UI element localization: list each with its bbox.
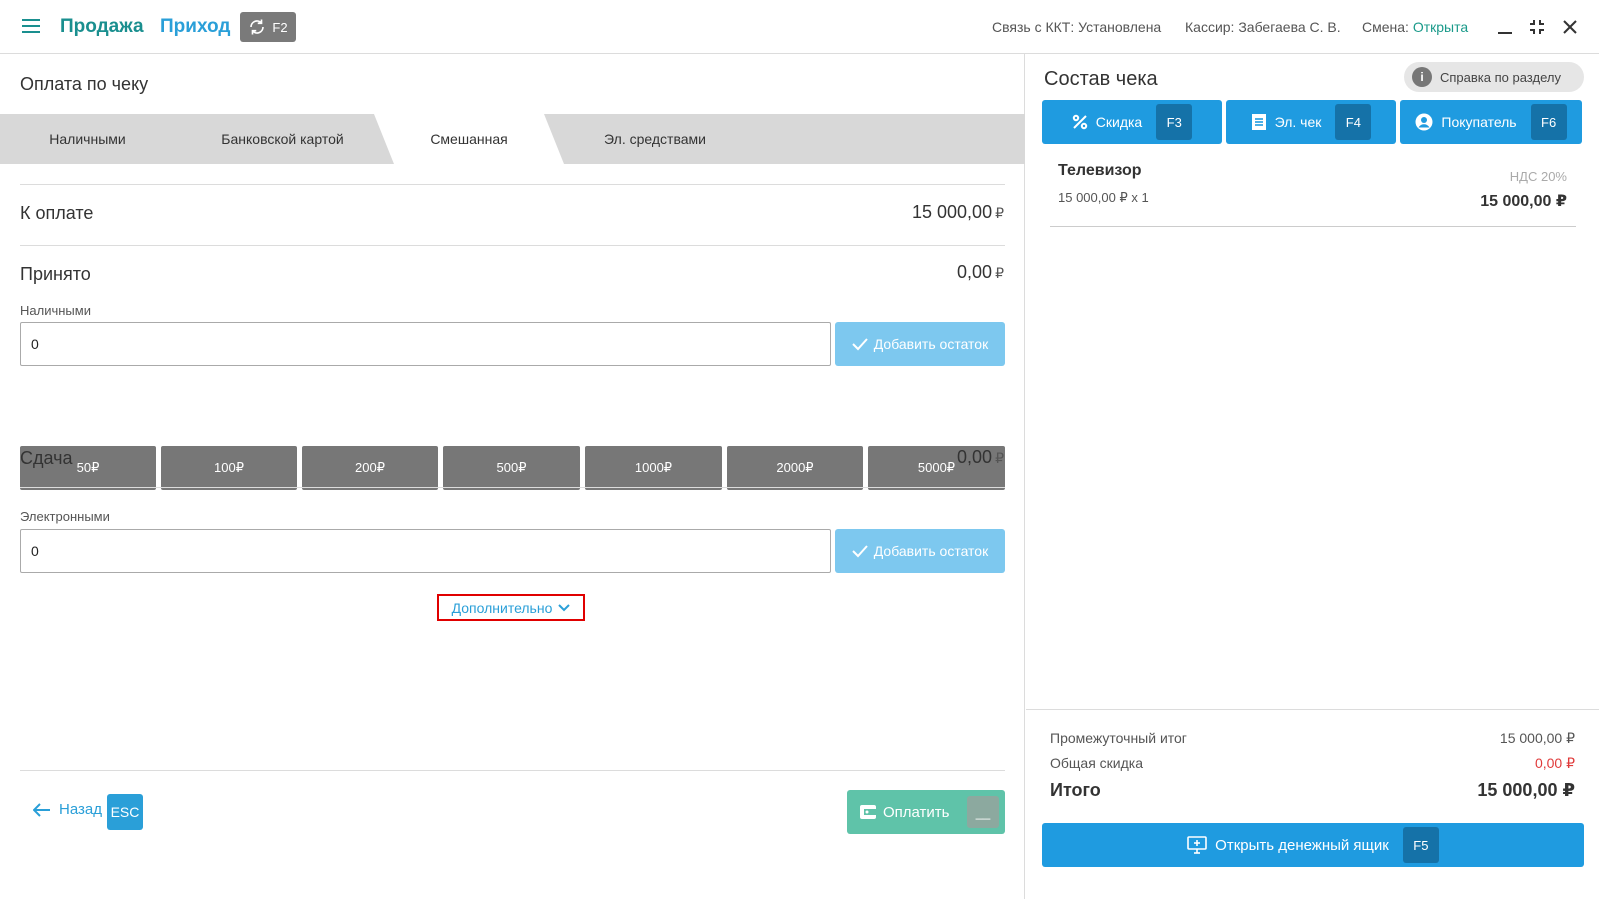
back-link[interactable]: Назад	[33, 801, 102, 818]
e-check-button[interactable]: Эл. чек F4	[1226, 100, 1396, 144]
back-label: Назад	[59, 801, 102, 818]
bill-2000-button[interactable]: 2000₽	[727, 446, 863, 490]
to-pay-value: 15 000,00 ₽	[912, 202, 1004, 223]
add-rest-label: Добавить остаток	[873, 543, 989, 559]
tab-bank-card[interactable]: Банковской картой	[200, 114, 365, 164]
shift-status: Смена: Открыта	[1362, 19, 1468, 35]
cash-field-label: Наличными	[20, 303, 91, 318]
discount-label: Скидка	[1095, 114, 1143, 130]
change-value: 0,00 ₽	[957, 447, 1004, 468]
receipt-title: Состав чека	[1044, 68, 1158, 90]
buyer-button[interactable]: Покупатель F6	[1400, 100, 1582, 144]
percent-icon	[1072, 114, 1087, 130]
electronic-field-label: Электронными	[20, 509, 110, 524]
check-icon	[852, 545, 868, 558]
subtotal-value: 15 000,00 ₽	[1499, 730, 1575, 746]
switch-key: F2	[272, 19, 288, 35]
item-vat: НДС 20%	[1509, 169, 1567, 184]
menu-icon[interactable]	[22, 19, 40, 33]
document-icon	[1251, 114, 1266, 130]
bill-1000-button[interactable]: 1000₽	[585, 446, 722, 490]
arrow-left-icon	[33, 802, 50, 817]
add-rest-electronic-button[interactable]: Добавить остаток	[835, 529, 1005, 573]
change-label: Сдача	[20, 448, 73, 468]
divider	[20, 245, 1005, 246]
discount-total-label: Общая скидка	[1050, 755, 1144, 771]
help-label: Справка по разделу	[1440, 69, 1561, 85]
shift-label: Смена:	[1362, 19, 1409, 35]
divider	[1026, 709, 1599, 710]
more-options-link[interactable]: Дополнительно	[437, 594, 585, 621]
divider	[1050, 226, 1576, 227]
close-icon[interactable]	[1559, 16, 1581, 38]
divider	[20, 184, 1005, 185]
buyer-label: Покупатель	[1441, 114, 1517, 130]
esc-key-badge[interactable]: ESC	[107, 794, 143, 830]
add-rest-label: Добавить остаток	[873, 336, 989, 352]
check-icon	[852, 338, 868, 351]
tab-electronic[interactable]: Эл. средствами	[590, 114, 720, 164]
help-button[interactable]: i Справка по разделу	[1404, 62, 1584, 92]
pay-button[interactable]: Оплатить __	[847, 790, 1005, 834]
cashier-name: Кассир: Забегаева С. В.	[1185, 19, 1341, 35]
currency-sign: ₽	[995, 205, 1004, 221]
item-price-qty: 15 000,00 ₽ x 1	[1058, 190, 1149, 205]
refresh-icon	[250, 19, 265, 35]
bill-100-button[interactable]: 100₽	[161, 446, 297, 490]
bill-500-button[interactable]: 500₽	[443, 446, 580, 490]
item-name: Телевизор	[1058, 162, 1142, 179]
change-amount: 0,00	[957, 447, 993, 467]
accepted-amount: 0,00	[957, 262, 993, 282]
pay-key-badge: __	[967, 796, 999, 828]
add-rest-cash-button[interactable]: Добавить остаток	[835, 322, 1005, 366]
kkt-status: Связь с ККТ: Установлена	[992, 19, 1162, 35]
discount-button[interactable]: Скидка F3	[1042, 100, 1222, 144]
currency-sign: ₽	[995, 265, 1004, 281]
info-icon: i	[1412, 67, 1432, 87]
wallet-icon	[860, 805, 876, 819]
tab-cash[interactable]: Наличными	[20, 114, 155, 164]
sale-link[interactable]: Продажа	[60, 16, 144, 38]
discount-total-value: 0,00 ₽	[1534, 755, 1575, 771]
e-check-label: Эл. чек	[1274, 114, 1322, 130]
more-options-label: Дополнительно	[451, 599, 553, 616]
receipt-panel: Состав чека i Справка по разделу Скидка …	[1026, 54, 1599, 899]
restore-icon[interactable]	[1526, 16, 1548, 38]
total-value: 15 000,00 ₽	[1477, 780, 1575, 800]
divider	[20, 487, 1005, 488]
item-sum: 15 000,00 ₽	[1480, 193, 1567, 210]
total-label: Итого	[1050, 780, 1101, 800]
electronic-input[interactable]: 0	[20, 529, 831, 573]
discount-key-badge: F3	[1156, 104, 1193, 140]
payment-tabs: Наличными Банковской картой Смешанная Эл…	[0, 114, 1025, 164]
cash-input[interactable]: 0	[20, 322, 831, 366]
pay-label: Оплатить	[883, 803, 950, 821]
income-link[interactable]: Приход	[160, 16, 230, 38]
accepted-value: 0,00 ₽	[957, 262, 1004, 283]
monitor-icon	[1187, 836, 1207, 854]
chevron-down-icon	[558, 603, 571, 611]
user-icon	[1415, 113, 1433, 131]
subtotal-label: Промежуточный итог	[1050, 730, 1187, 746]
to-pay-amount: 15 000,00	[912, 202, 993, 222]
accepted-label: Принято	[20, 264, 91, 284]
minimize-icon[interactable]	[1494, 16, 1516, 38]
bill-200-button[interactable]: 200₽	[302, 446, 438, 490]
to-pay-label: К оплате	[20, 203, 94, 223]
switch-mode-button[interactable]: F2	[240, 12, 296, 42]
top-bar: Продажа Приход F2 Связь с ККТ: Установле…	[0, 0, 1599, 54]
open-cashbox-button[interactable]: Открыть денежный ящик F5	[1042, 823, 1584, 867]
currency-sign: ₽	[995, 450, 1004, 466]
page-title: Оплата по чеку	[20, 74, 149, 94]
buyer-key-badge: F6	[1530, 104, 1567, 140]
payment-panel: Оплата по чеку Наличными Банковской карт…	[0, 54, 1025, 899]
e-check-key-badge: F4	[1335, 104, 1372, 140]
shift-value: Открыта	[1412, 19, 1469, 35]
divider	[20, 770, 1005, 771]
tab-mixed[interactable]: Смешанная	[394, 114, 544, 164]
cashbox-key-badge: F5	[1402, 827, 1439, 863]
open-cashbox-label: Открыть денежный ящик	[1215, 836, 1389, 854]
